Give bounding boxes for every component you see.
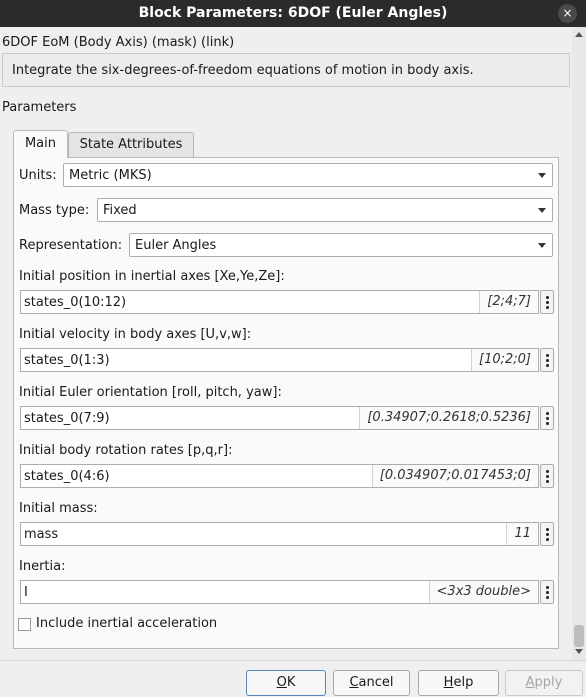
ok-mnemonic: O xyxy=(276,675,287,690)
inertia-hint: <3x3 double> xyxy=(428,581,538,603)
initial-velocity-hint: [10;2;0] xyxy=(471,349,538,371)
title-bar: Block Parameters: 6DOF (Euler Angles) × xyxy=(0,0,586,27)
initial-position-hint: [2;4;7] xyxy=(479,291,538,313)
description-box: Integrate the six-degrees-of-freedom equ… xyxy=(2,53,570,87)
initial-mass-input[interactable]: mass 11 xyxy=(20,522,539,546)
help-mnemonic: H xyxy=(443,675,454,690)
initial-position-label: Initial position in inertial axes [Xe,Ye… xyxy=(19,269,285,284)
tab-state-attributes[interactable]: State Attributes xyxy=(68,132,194,157)
description-text: Integrate the six-degrees-of-freedom equ… xyxy=(12,63,474,78)
initial-position-value: states_0(10:12) xyxy=(24,295,127,310)
scroll-up-icon[interactable] xyxy=(575,32,583,37)
chevron-down-icon xyxy=(538,208,546,213)
representation-dropdown[interactable]: Euler Angles xyxy=(129,233,553,257)
cancel-mnemonic: C xyxy=(349,675,359,690)
chevron-down-icon xyxy=(538,243,546,248)
initial-euler-hint: [0.34907;0.2618;0.5236] xyxy=(359,407,538,429)
initial-rates-label: Initial body rotation rates [p,q,r]: xyxy=(19,443,233,458)
initial-velocity-label: Initial velocity in body axes [U,v,w]: xyxy=(19,327,252,342)
initial-position-input[interactable]: states_0(10:12) [2;4;7] xyxy=(20,290,539,314)
ok-label: K xyxy=(286,675,296,690)
initial-mass-label: Initial mass: xyxy=(19,501,98,516)
more-options-icon[interactable] xyxy=(540,580,554,604)
mass-type-dropdown[interactable]: Fixed xyxy=(97,198,553,222)
parameters-label: Parameters xyxy=(2,100,77,115)
units-value: Metric (MKS) xyxy=(69,168,152,183)
apply-mnemonic: A xyxy=(525,675,535,690)
initial-mass-value: mass xyxy=(24,527,59,542)
help-button[interactable]: Help xyxy=(418,670,499,696)
initial-euler-label: Initial Euler orientation [roll, pitch, … xyxy=(19,385,282,400)
footer-divider xyxy=(0,660,586,661)
ok-button[interactable]: OK xyxy=(246,670,326,696)
vertical-scrollbar[interactable] xyxy=(572,27,586,660)
apply-button[interactable]: Apply xyxy=(505,670,583,696)
initial-mass-hint: 11 xyxy=(506,523,538,545)
initial-rates-value: states_0(4:6) xyxy=(24,469,110,484)
representation-label: Representation: xyxy=(19,238,123,253)
mass-type-label: Mass type: xyxy=(19,203,90,218)
more-options-icon[interactable] xyxy=(540,348,554,372)
initial-euler-value: states_0(7:9) xyxy=(24,411,110,426)
initial-velocity-value: states_0(1:3) xyxy=(24,353,110,368)
include-inertial-acceleration-checkbox[interactable] xyxy=(18,618,31,631)
representation-value: Euler Angles xyxy=(135,238,217,253)
apply-label: pply xyxy=(534,675,563,690)
include-inertial-acceleration-label: Include inertial acceleration xyxy=(36,616,218,631)
scrollbar-thumb[interactable] xyxy=(574,625,584,647)
inertia-value: I xyxy=(24,585,28,600)
cancel-button[interactable]: Cancel xyxy=(333,670,410,696)
initial-euler-input[interactable]: states_0(7:9) [0.34907;0.2618;0.5236] xyxy=(20,406,539,430)
more-options-icon[interactable] xyxy=(540,290,554,314)
main-tab-panel: Units: Metric (MKS) Mass type: Fixed Rep… xyxy=(13,157,559,649)
scroll-down-icon[interactable] xyxy=(575,649,583,654)
more-options-icon[interactable] xyxy=(540,522,554,546)
cancel-label: ancel xyxy=(358,675,394,690)
mass-type-value: Fixed xyxy=(103,203,137,218)
more-options-icon[interactable] xyxy=(540,406,554,430)
units-dropdown[interactable]: Metric (MKS) xyxy=(63,163,553,187)
dialog-body: 6DOF EoM (Body Axis) (mask) (link) Integ… xyxy=(0,27,586,697)
initial-rates-hint: [0.034907;0.017453;0] xyxy=(371,465,538,487)
mask-header: 6DOF EoM (Body Axis) (mask) (link) xyxy=(2,35,235,50)
help-label: elp xyxy=(453,675,474,690)
window-title: Block Parameters: 6DOF (Euler Angles) xyxy=(138,5,448,21)
chevron-down-icon xyxy=(538,173,546,178)
close-icon[interactable]: × xyxy=(558,4,577,23)
initial-velocity-input[interactable]: states_0(1:3) [10;2;0] xyxy=(20,348,539,372)
units-label: Units: xyxy=(19,168,57,183)
tab-main[interactable]: Main xyxy=(13,130,68,158)
inertia-label: Inertia: xyxy=(19,559,66,574)
more-options-icon[interactable] xyxy=(540,464,554,488)
inertia-input[interactable]: I <3x3 double> xyxy=(20,580,539,604)
initial-rates-input[interactable]: states_0(4:6) [0.034907;0.017453;0] xyxy=(20,464,539,488)
